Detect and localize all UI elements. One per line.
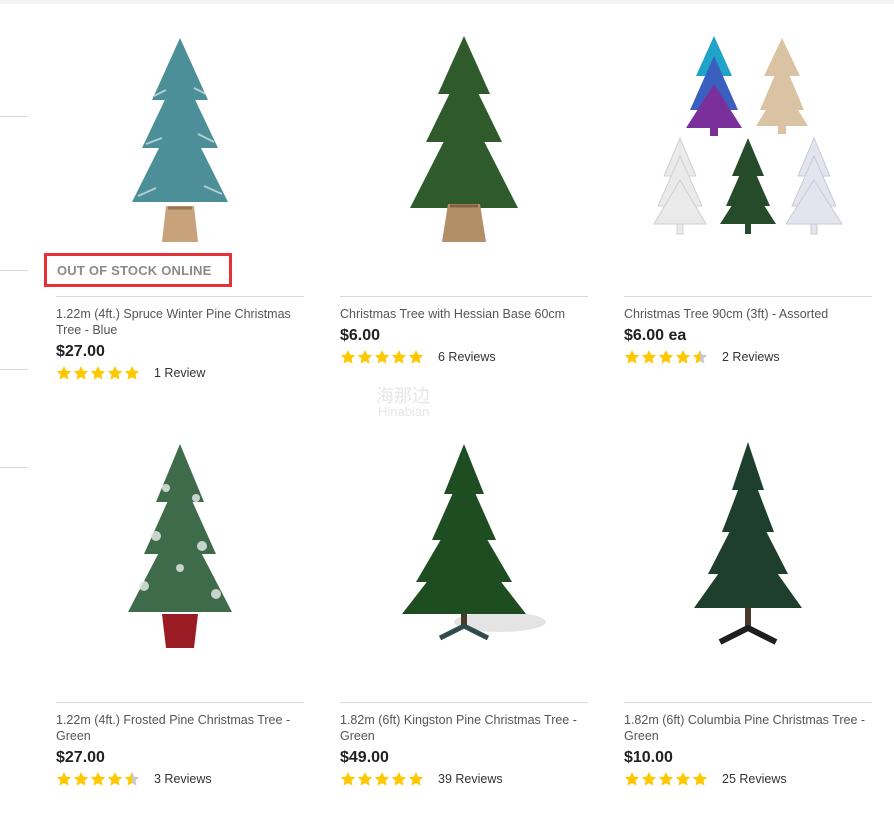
product-rating: 25 Reviews	[624, 770, 787, 788]
review-count-link[interactable]: 3 Reviews	[154, 772, 212, 786]
star-icon	[624, 772, 640, 786]
review-count-link[interactable]: 1 Review	[154, 366, 205, 380]
star-icon	[374, 350, 390, 364]
star-icon	[692, 350, 708, 364]
product-card[interactable]: 1.22m (4ft.) Frosted Pine Christmas Tree…	[56, 436, 304, 816]
product-rating: 1 Review	[56, 364, 205, 382]
card-divider	[624, 702, 872, 703]
star-icon	[391, 350, 407, 364]
frosted-pine-tree-image[interactable]	[56, 436, 304, 666]
review-count-link[interactable]: 39 Reviews	[438, 772, 503, 786]
out-of-stock-badge: OUT OF STOCK ONLINE	[44, 253, 232, 287]
star-rating	[624, 771, 708, 787]
star-icon	[90, 366, 106, 380]
assorted-trees-image[interactable]	[624, 30, 872, 260]
filter-divider	[0, 467, 28, 468]
star-icon	[340, 772, 356, 786]
product-card[interactable]: Christmas Tree 90cm (3ft) - Assorted $6.…	[624, 30, 872, 410]
product-price: $6.00	[340, 327, 381, 344]
star-icon	[357, 772, 373, 786]
kingston-pine-tree-image[interactable]	[340, 436, 588, 666]
product-card[interactable]: 1.82m (6ft) Columbia Pine Christmas Tree…	[624, 436, 872, 816]
product-rating: 2 Reviews	[624, 348, 780, 366]
star-icon	[624, 350, 640, 364]
star-icon	[56, 366, 72, 380]
product-price: $27.00	[56, 749, 105, 766]
product-price: $49.00	[340, 749, 389, 766]
star-rating	[340, 771, 424, 787]
review-count-link[interactable]: 6 Reviews	[438, 350, 496, 364]
product-card[interactable]: OUT OF STOCK ONLINE 1.22m (4ft.) Spruce …	[44, 30, 304, 410]
card-divider	[340, 702, 588, 703]
product-price: $6.00 ea	[624, 327, 687, 344]
filter-divider	[0, 116, 28, 117]
star-icon	[675, 772, 691, 786]
star-icon	[107, 772, 123, 786]
star-rating	[340, 349, 424, 365]
star-icon	[124, 366, 140, 380]
star-icon	[73, 772, 89, 786]
star-rating	[624, 349, 708, 365]
star-icon	[374, 772, 390, 786]
star-icon	[675, 350, 691, 364]
star-icon	[90, 772, 106, 786]
product-title[interactable]: 1.22m (4ft.) Spruce Winter Pine Christma…	[56, 306, 304, 338]
product-title[interactable]: 1.22m (4ft.) Frosted Pine Christmas Tree…	[56, 712, 304, 744]
filter-divider	[0, 369, 28, 370]
card-divider	[624, 296, 872, 297]
product-price: $10.00	[624, 749, 673, 766]
product-rating: 39 Reviews	[340, 770, 503, 788]
star-icon	[408, 350, 424, 364]
star-icon	[73, 366, 89, 380]
star-icon	[124, 772, 140, 786]
top-border	[0, 0, 894, 4]
star-rating	[56, 365, 140, 381]
star-rating	[56, 771, 140, 787]
product-title[interactable]: Christmas Tree 90cm (3ft) - Assorted	[624, 306, 872, 322]
card-divider	[56, 296, 304, 297]
star-icon	[641, 350, 657, 364]
card-divider	[340, 296, 588, 297]
star-icon	[692, 772, 708, 786]
star-icon	[357, 350, 373, 364]
columbia-pine-tree-image[interactable]	[624, 436, 872, 666]
blue-spruce-tree-image[interactable]	[56, 30, 304, 260]
product-rating: 3 Reviews	[56, 770, 212, 788]
star-icon	[641, 772, 657, 786]
product-title[interactable]: 1.82m (6ft) Kingston Pine Christmas Tree…	[340, 712, 588, 744]
product-card[interactable]: Christmas Tree with Hessian Base 60cm $6…	[340, 30, 588, 410]
product-title[interactable]: Christmas Tree with Hessian Base 60cm	[340, 306, 588, 322]
product-price: $27.00	[56, 343, 105, 360]
star-icon	[408, 772, 424, 786]
hessian-base-tree-image[interactable]	[340, 30, 588, 260]
star-icon	[107, 366, 123, 380]
product-card[interactable]: 1.82m (6ft) Kingston Pine Christmas Tree…	[340, 436, 588, 816]
review-count-link[interactable]: 25 Reviews	[722, 772, 787, 786]
product-title[interactable]: 1.82m (6ft) Columbia Pine Christmas Tree…	[624, 712, 872, 744]
star-icon	[658, 772, 674, 786]
filter-divider	[0, 270, 28, 271]
star-icon	[340, 350, 356, 364]
star-icon	[56, 772, 72, 786]
card-divider	[56, 702, 304, 703]
star-icon	[391, 772, 407, 786]
product-rating: 6 Reviews	[340, 348, 496, 366]
star-icon	[658, 350, 674, 364]
review-count-link[interactable]: 2 Reviews	[722, 350, 780, 364]
